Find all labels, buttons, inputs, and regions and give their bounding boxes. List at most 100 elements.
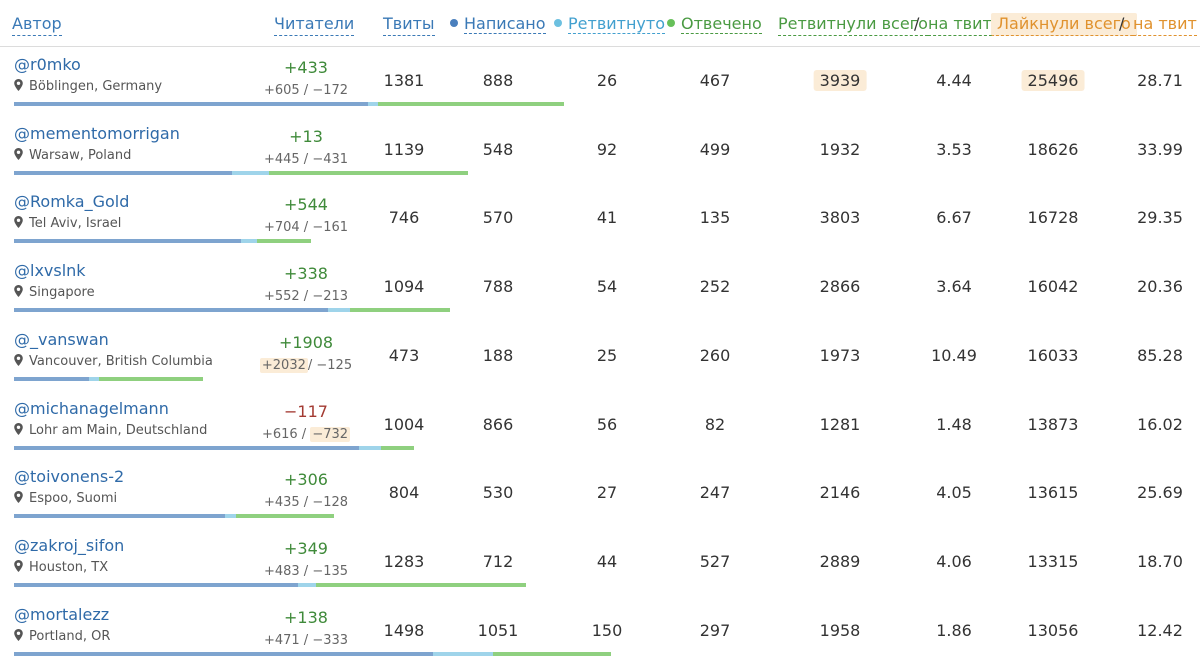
cell-tweets: 804 — [388, 483, 420, 503]
cell-likes: 25496 — [1021, 70, 1085, 91]
tweet-breakdown-bar — [14, 170, 468, 175]
author-link[interactable]: @lxvslnk — [14, 261, 86, 280]
col-rt-per-tweet[interactable]: на твит — [928, 13, 992, 36]
cell-likes-per: 18.70 — [1137, 551, 1183, 571]
author-link[interactable]: @r0mko — [14, 55, 81, 74]
author-location: Lohr am Main, Deutschland — [14, 422, 208, 438]
cell-rt-per: 4.06 — [936, 551, 972, 571]
cell-rt-total: 3939 — [813, 70, 867, 91]
bar-retweeted — [359, 445, 381, 450]
tweet-breakdown-bar — [14, 376, 203, 381]
col-likes-per-tweet[interactable]: на твит — [1133, 13, 1197, 36]
cell-written: 530 — [482, 483, 514, 503]
table-row: @toivonens-2 Espoo, Suomi +306 +435 / −128 8… — [0, 459, 1200, 528]
col-tweets[interactable]: Твиты — [383, 13, 435, 36]
readers-gain: +445 — [263, 151, 300, 167]
retweeted-dot-icon — [554, 19, 562, 27]
author-link[interactable]: @toivonens-2 — [14, 467, 124, 486]
cell-retweeted: 41 — [596, 208, 618, 228]
location-pin-icon — [14, 628, 23, 641]
readers-gain-loss: +605 / −172 — [263, 83, 349, 98]
author-link[interactable]: @mortalezz — [14, 605, 109, 624]
author-link[interactable]: @Romka_Gold — [14, 192, 129, 211]
readers-net: +338 — [284, 264, 328, 284]
readers-net: +138 — [284, 607, 328, 627]
header-slash-1: / — [914, 14, 920, 33]
location-pin-icon — [14, 79, 23, 91]
author-link[interactable]: @michanagelmann — [14, 399, 169, 418]
author-location: Portland, OR — [14, 628, 111, 644]
cell-tweets: 1139 — [383, 139, 425, 159]
location-text: Portland, OR — [29, 628, 111, 644]
tweet-breakdown-bar — [14, 445, 414, 450]
cell-retweeted: 27 — [596, 483, 618, 503]
bar-replied — [236, 514, 334, 519]
readers-loss: −128 — [312, 495, 349, 511]
readers-loss: −125 — [316, 357, 353, 373]
table-header: Автор Читатели Твиты Написано Ретвитнуто… — [0, 0, 1200, 47]
bar-replied — [99, 376, 203, 381]
written-dot-icon — [450, 19, 458, 27]
col-rt-total[interactable]: Ретвитнули всего — [778, 13, 928, 36]
cell-tweets: 1004 — [383, 414, 425, 434]
cell-replied: 297 — [699, 620, 731, 640]
readers-loss: −213 — [312, 289, 349, 305]
header-slash-2: / — [1119, 14, 1125, 33]
author-location: Vancouver, British Columbia — [14, 353, 213, 369]
readers-net: +544 — [284, 195, 328, 215]
cell-written: 788 — [482, 277, 514, 297]
col-readers[interactable]: Читатели — [274, 13, 355, 36]
readers-gain: +616 — [261, 426, 298, 442]
table-row: @mementomorrigan Warsaw, Poland +13 +445 / … — [0, 116, 1200, 185]
cell-rt-per: 10.49 — [931, 345, 977, 365]
author-location: Espoo, Suomi — [14, 491, 117, 506]
cell-retweeted: 26 — [596, 71, 618, 90]
bar-written — [14, 582, 298, 587]
author-link[interactable]: @_vanswan — [14, 330, 109, 349]
bar-written — [14, 170, 232, 175]
location-text: Vancouver, British Columbia — [29, 353, 213, 369]
cell-rt-per: 4.44 — [936, 71, 972, 90]
col-likes-total[interactable]: Лайкнули всего — [991, 13, 1137, 36]
cell-replied: 247 — [699, 483, 731, 503]
bar-written — [14, 239, 241, 244]
cell-likes-per: 20.36 — [1137, 277, 1183, 297]
readers-net: −117 — [284, 401, 328, 421]
bar-replied — [350, 308, 450, 313]
readers-loss: −333 — [312, 632, 349, 648]
bar-retweeted — [241, 239, 257, 244]
location-pin-icon — [14, 559, 23, 572]
readers-net: +306 — [284, 470, 328, 490]
location-text: Tel Aviv, Israel — [29, 216, 122, 232]
tweet-breakdown-bar — [14, 102, 564, 106]
location-text: Warsaw, Poland — [29, 147, 132, 163]
table-row: @michanagelmann Lohr am Main, Deutschland… — [0, 391, 1200, 460]
location-pin-icon — [14, 353, 23, 366]
readers-gain: +552 — [263, 289, 300, 305]
cell-likes-per: 12.42 — [1137, 620, 1183, 640]
table-row: @Romka_Gold Tel Aviv, Israel +544 +704 / −1… — [0, 184, 1200, 253]
cell-likes: 13873 — [1027, 414, 1079, 434]
cell-replied: 499 — [699, 139, 731, 159]
tweet-breakdown-bar — [14, 651, 611, 656]
author-location: Warsaw, Poland — [14, 147, 132, 163]
col-retweeted[interactable]: Ретвитнуто — [554, 13, 665, 35]
tweet-breakdown-bar — [14, 239, 311, 244]
readers-loss: −732 — [310, 426, 351, 442]
cell-replied: 252 — [699, 277, 731, 297]
cell-written: 548 — [482, 139, 514, 159]
stats-table: Автор Читатели Твиты Написано Ретвитнуто… — [0, 0, 1200, 660]
col-written[interactable]: Написано — [450, 13, 546, 35]
cell-written: 712 — [482, 551, 514, 571]
col-replied[interactable]: Отвечено — [667, 13, 762, 35]
location-text: Lohr am Main, Deutschland — [29, 422, 208, 438]
cell-replied: 82 — [704, 414, 726, 434]
readers-loss: −135 — [312, 563, 349, 579]
cell-written: 888 — [482, 71, 514, 90]
readers-gain-loss: +704 / −161 — [263, 220, 349, 236]
col-author[interactable]: Автор — [12, 13, 62, 36]
author-link[interactable]: @zakroj_sifon — [14, 536, 124, 555]
readers-loss: −431 — [312, 151, 349, 167]
author-link[interactable]: @mementomorrigan — [14, 124, 180, 143]
cell-retweeted: 25 — [596, 345, 618, 365]
